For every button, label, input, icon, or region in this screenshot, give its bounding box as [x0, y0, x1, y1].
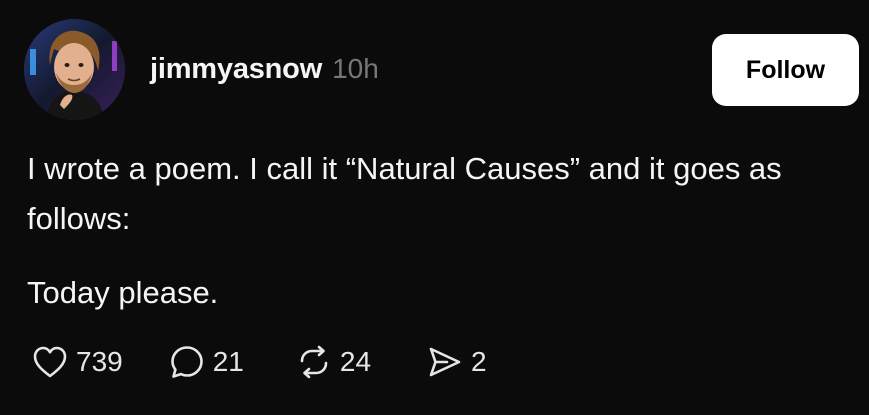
repost-button[interactable]: 24: [296, 344, 371, 380]
heart-icon: [33, 346, 67, 378]
post-timestamp: 10h: [332, 53, 379, 84]
share-button[interactable]: 2: [427, 344, 487, 380]
share-count: 2: [471, 346, 487, 377]
reply-count: 21: [212, 346, 244, 377]
avatar[interactable]: [24, 19, 125, 120]
like-count: 739: [76, 346, 123, 377]
post-text-paragraph: Today please.: [27, 275, 219, 310]
username[interactable]: jimmyasnow: [150, 53, 322, 86]
repost-arrows-icon: [300, 345, 328, 379]
post-text-paragraph: I wrote a poem. I call it “Natural Cause…: [27, 151, 782, 236]
avatar-photo: [24, 19, 125, 120]
reply-button[interactable]: 21: [169, 344, 244, 380]
like-button[interactable]: 739: [32, 345, 123, 379]
send-paper-plane-icon: [429, 347, 461, 377]
post-actions-bar: 739 21 24 2: [32, 340, 487, 384]
comment-bubble-icon: [170, 346, 203, 378]
post-header: jimmyasnow 10h: [150, 53, 379, 86]
thread-post: jimmyasnow 10h Follow I wrote a poem. I …: [0, 0, 869, 415]
follow-button[interactable]: Follow: [712, 34, 859, 106]
repost-count: 24: [339, 346, 372, 377]
